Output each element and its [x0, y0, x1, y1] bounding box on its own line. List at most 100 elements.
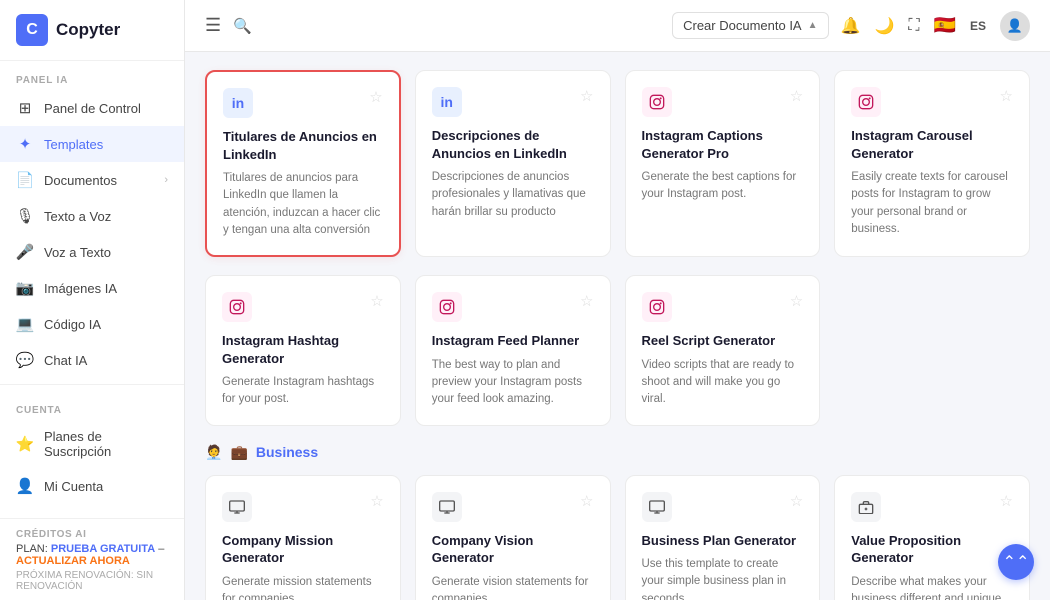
empty-slot — [834, 275, 1030, 426]
card-grid-business: ☆ Company Mission Generator Generate mis… — [205, 475, 1030, 600]
card-title: Descripciones de Anuncios en LinkedIn — [432, 127, 594, 162]
sidebar-item-voz-texto[interactable]: 🎤 Voz a Texto — [0, 234, 184, 270]
sidebar-item-texto-voz[interactable]: 🎙 Texto a Voz — [0, 198, 184, 234]
card-top: ☆ — [432, 492, 594, 522]
sidebar-item-imagenes[interactable]: 📷 Imágenes IA — [0, 270, 184, 306]
card-top: ☆ — [642, 492, 804, 522]
briefcase-icon — [851, 492, 881, 522]
cuenta-label: CUENTA — [0, 391, 184, 420]
star-icon[interactable]: ☆ — [790, 492, 803, 510]
card-desc: Generate the best captions for your Inst… — [642, 169, 804, 204]
card-descripciones-linkedin[interactable]: in ☆ Descripciones de Anuncios en Linked… — [415, 70, 611, 257]
card-value-proposition[interactable]: ☆ Value Proposition Generator Describe w… — [834, 475, 1030, 600]
sidebar-item-documentos[interactable]: 📄 Documentos › — [0, 162, 184, 198]
sidebar-item-label: Código IA — [44, 317, 101, 332]
card-desc: Titulares de anuncios para LinkedIn que … — [223, 170, 383, 239]
moon-icon[interactable]: 🌙 — [874, 16, 894, 36]
avatar[interactable]: 👤 — [1000, 11, 1030, 41]
card-title: Instagram Captions Generator Pro — [642, 127, 804, 162]
card-top: in ☆ — [223, 88, 383, 118]
language-label[interactable]: ES — [970, 19, 986, 33]
fullscreen-icon[interactable]: ⛶ — [908, 17, 919, 35]
sidebar: C Copyter PANEL IA ⊞ Panel de Control ✦ … — [0, 0, 185, 600]
plan-renewal: PRÓXIMA RENOVACIÓN: SIN RENOVACIÓN — [16, 570, 168, 592]
scroll-to-top-button[interactable]: ⌃⌃ — [998, 544, 1034, 580]
plan-upgrade-link[interactable]: ACTUALIZAR AHORA — [16, 555, 130, 567]
sidebar-item-label: Texto a Voz — [44, 209, 111, 224]
star-icon[interactable]: ☆ — [369, 88, 382, 106]
sidebar-item-label: Voz a Texto — [44, 245, 111, 260]
card-desc: Generate vision statements for companies — [432, 574, 594, 600]
sidebar-item-label: Planes de Suscripción — [44, 429, 168, 459]
search-icon[interactable]: 🔍 — [233, 17, 252, 35]
star-icon[interactable]: ☆ — [790, 87, 803, 105]
star-icon[interactable]: ☆ — [370, 292, 383, 310]
card-title: Titulares de Anuncios en LinkedIn — [223, 128, 383, 163]
card-title: Business Plan Generator — [642, 532, 804, 550]
crear-label: Crear Documento IA — [683, 18, 802, 33]
star-icon[interactable]: ☆ — [580, 87, 593, 105]
mic-icon: 🎙 — [16, 207, 34, 225]
crear-documento-button[interactable]: Crear Documento IA ▲ — [672, 12, 828, 39]
sidebar-item-label: Panel de Control — [44, 101, 141, 116]
card-top: ☆ — [222, 492, 384, 522]
card-business-plan[interactable]: ☆ Business Plan Generator Use this templ… — [625, 475, 821, 600]
card-grid-row1: in ☆ Titulares de Anuncios en LinkedIn T… — [205, 70, 1030, 257]
card-title: Reel Script Generator — [642, 332, 804, 350]
topbar: ☰ 🔍 Crear Documento IA ▲ 🔔 🌙 ⛶ 🇪🇸 ES 👤 — [185, 0, 1050, 52]
plan-highlight1[interactable]: PRUEBA GRATUITA — [51, 543, 155, 555]
card-title: Instagram Hashtag Generator — [222, 332, 384, 367]
sidebar-item-templates[interactable]: ✦ Templates — [0, 126, 184, 162]
monitor-icon — [222, 492, 252, 522]
card-title: Company Mission Generator — [222, 532, 384, 567]
sidebar-item-panel-control[interactable]: ⊞ Panel de Control — [0, 90, 184, 126]
flag-icon: 🇪🇸 — [934, 15, 956, 36]
card-desc: Use this template to create your simple … — [642, 556, 804, 600]
camera-icon: 📷 — [16, 279, 34, 297]
bell-icon[interactable]: 🔔 — [841, 16, 861, 36]
sidebar-item-label: Mi Cuenta — [44, 479, 103, 494]
instagram-icon — [222, 292, 252, 322]
card-top: ☆ — [851, 87, 1013, 117]
card-instagram-hashtag[interactable]: ☆ Instagram Hashtag Generator Generate I… — [205, 275, 401, 426]
star-icon[interactable]: ☆ — [580, 492, 593, 510]
card-instagram-feed[interactable]: ☆ Instagram Feed Planner The best way to… — [415, 275, 611, 426]
card-titulares-linkedin[interactable]: in ☆ Titulares de Anuncios en LinkedIn T… — [205, 70, 401, 257]
card-company-mission[interactable]: ☆ Company Mission Generator Generate mis… — [205, 475, 401, 600]
grid-icon: ⊞ — [16, 99, 34, 117]
business-label: Business — [256, 444, 318, 460]
sidebar-item-chat[interactable]: 💬 Chat IA — [0, 342, 184, 378]
user-icon: 👤 — [16, 477, 34, 495]
plan-info: PLAN: PRUEBA GRATUITA – ACTUALIZAR AHORA — [16, 543, 168, 567]
sidebar-item-codigo[interactable]: 💻 Código IA — [0, 306, 184, 342]
card-title: Instagram Carousel Generator — [851, 127, 1013, 162]
card-reel-script[interactable]: ☆ Reel Script Generator Video scripts th… — [625, 275, 821, 426]
card-desc: Describe what makes your business differ… — [851, 574, 1013, 600]
card-company-vision[interactable]: ☆ Company Vision Generator Generate visi… — [415, 475, 611, 600]
panel-ia-label: PANEL IA — [0, 61, 184, 90]
card-top: ☆ — [222, 292, 384, 322]
star-icon[interactable]: ☆ — [1000, 87, 1013, 105]
card-instagram-captions[interactable]: ☆ Instagram Captions Generator Pro Gener… — [625, 70, 821, 257]
card-top: in ☆ — [432, 87, 594, 117]
sidebar-item-mi-cuenta[interactable]: 👤 Mi Cuenta — [0, 468, 184, 504]
code-icon: 💻 — [16, 315, 34, 333]
plan-text-static: PLAN: — [16, 543, 48, 555]
card-instagram-carousel[interactable]: ☆ Instagram Carousel Generator Easily cr… — [834, 70, 1030, 257]
card-title: Company Vision Generator — [432, 532, 594, 567]
plan-separator: – — [158, 543, 164, 555]
monitor-icon — [432, 492, 462, 522]
star-icon[interactable]: ☆ — [370, 492, 383, 510]
main-area: ☰ 🔍 Crear Documento IA ▲ 🔔 🌙 ⛶ 🇪🇸 ES 👤 i… — [185, 0, 1050, 600]
star-icon[interactable]: ☆ — [580, 292, 593, 310]
star-icon[interactable]: ☆ — [1000, 492, 1013, 510]
menu-icon[interactable]: ☰ — [205, 15, 221, 36]
sidebar-divider — [0, 384, 184, 385]
monitor-icon — [642, 492, 672, 522]
sidebar-item-planes[interactable]: ⭐ Planes de Suscripción — [0, 420, 184, 468]
sidebar-item-label: Templates — [44, 137, 103, 152]
card-top: ☆ — [642, 87, 804, 117]
card-desc: Easily create texts for carousel posts f… — [851, 169, 1013, 238]
document-icon: 📄 — [16, 171, 34, 189]
star-icon[interactable]: ☆ — [790, 292, 803, 310]
